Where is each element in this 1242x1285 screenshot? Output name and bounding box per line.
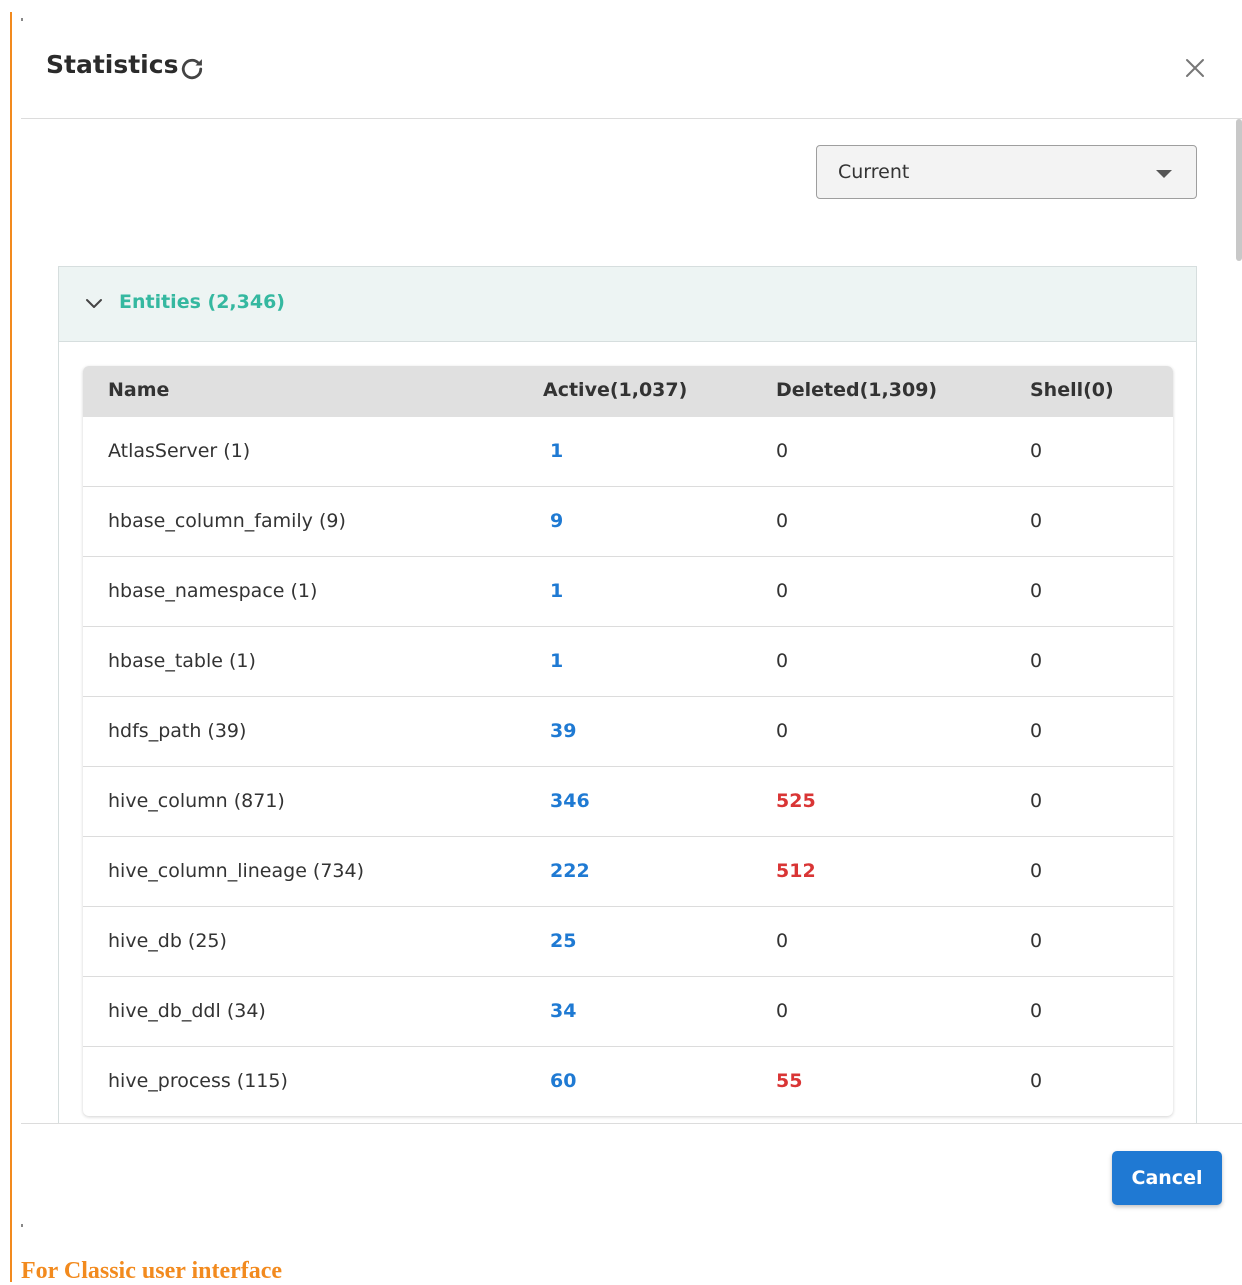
scrollbar-thumb[interactable] (1236, 119, 1242, 261)
deleted-count: 0 (776, 930, 789, 952)
entity-type-name: hive_db_ddl (34) (108, 1000, 266, 1022)
column-header-deleted: Deleted(1,309) (776, 379, 938, 401)
entity-type-name: hive_column (871) (108, 790, 285, 812)
entities-panel-title: Entities (2,346) (119, 291, 285, 313)
refresh-icon[interactable] (178, 55, 206, 83)
table-body: AtlasServer (1) 1 0 0 hbase_column_family (9… (83, 417, 1173, 1116)
column-header-active: Active(1,037) (543, 379, 688, 401)
shell-count: 0 (1030, 790, 1043, 812)
table-row: hdfs_path (39) 39 0 0 (83, 696, 1173, 766)
active-count-link[interactable]: 60 (550, 1070, 576, 1092)
entity-type-name: hdfs_path (39) (108, 720, 247, 742)
dialog-title: Statistics (46, 50, 179, 79)
entity-type-name: hive_db (25) (108, 930, 227, 952)
active-count-link[interactable]: 34 (550, 1000, 576, 1022)
active-count-link[interactable]: 346 (550, 790, 590, 812)
deleted-count: 0 (776, 650, 789, 672)
table-row: hbase_namespace (1) 1 0 0 (83, 556, 1173, 626)
cancel-button[interactable]: Cancel (1112, 1151, 1222, 1205)
classic-ui-caption: For Classic user interface (21, 1258, 283, 1284)
shell-count: 0 (1030, 930, 1043, 952)
deleted-count: 0 (776, 510, 789, 532)
table-row: hive_process (115) 60 55 0 (83, 1046, 1173, 1116)
statistics-scope-select[interactable]: Current (816, 145, 1197, 199)
active-count-link[interactable]: 1 (550, 440, 563, 462)
column-header-shell: Shell(0) (1030, 379, 1114, 401)
deleted-count: 0 (776, 580, 789, 602)
shell-count: 0 (1030, 510, 1043, 532)
dialog-header: Statistics (21, 0, 1242, 119)
active-count-link[interactable]: 9 (550, 510, 563, 532)
entity-type-name: hbase_namespace (1) (108, 580, 318, 602)
active-count-link[interactable]: 25 (550, 930, 576, 952)
active-count-link[interactable]: 222 (550, 860, 590, 882)
entities-panel-header[interactable]: Entities (2,346) (59, 267, 1196, 342)
table-row: hive_column (871) 346 525 0 (83, 766, 1173, 836)
active-count-link[interactable]: 1 (550, 650, 563, 672)
deleted-count[interactable]: 55 (776, 1070, 802, 1092)
entity-type-name: hive_column_lineage (734) (108, 860, 365, 882)
entity-type-name: hbase_column_family (9) (108, 510, 346, 532)
entities-table: Name Active(1,037) Deleted(1,309) Shell(… (83, 366, 1173, 1116)
dialog-body[interactable]: Current Entities (2,346) Name Active(1,0… (21, 119, 1242, 1123)
select-value: Current (838, 161, 910, 183)
table-header: Name Active(1,037) Deleted(1,309) Shell(… (83, 366, 1173, 417)
column-header-name: Name (108, 379, 170, 401)
entities-panel: Entities (2,346) Name Active(1,037) Dele… (58, 266, 1197, 1123)
active-count-link[interactable]: 1 (550, 580, 563, 602)
table-row: hive_column_lineage (734) 222 512 0 (83, 836, 1173, 906)
shell-count: 0 (1030, 860, 1043, 882)
left-margin-rule (10, 12, 12, 1282)
deleted-count[interactable]: 512 (776, 860, 816, 882)
shell-count: 0 (1030, 580, 1043, 602)
table-row: AtlasServer (1) 1 0 0 (83, 417, 1173, 486)
statistics-dialog: Statistics Current Entities (2,346) Name… (21, 0, 1242, 1240)
shell-count: 0 (1030, 440, 1043, 462)
entity-type-name: hbase_table (1) (108, 650, 256, 672)
shell-count: 0 (1030, 1000, 1043, 1022)
deleted-count: 0 (776, 720, 789, 742)
shell-count: 0 (1030, 720, 1043, 742)
entity-type-name: AtlasServer (1) (108, 440, 251, 462)
table-row: hive_db (25) 25 0 0 (83, 906, 1173, 976)
dialog-footer: Cancel (21, 1123, 1242, 1241)
deleted-count: 0 (776, 440, 789, 462)
table-row: hbase_column_family (9) 9 0 0 (83, 486, 1173, 556)
deleted-count: 0 (776, 1000, 789, 1022)
caret-down-icon (1156, 170, 1172, 178)
table-row: hbase_table (1) 1 0 0 (83, 626, 1173, 696)
entity-type-name: hive_process (115) (108, 1070, 288, 1092)
shell-count: 0 (1030, 650, 1043, 672)
deleted-count[interactable]: 525 (776, 790, 816, 812)
shell-count: 0 (1030, 1070, 1043, 1092)
table-row: hive_db_ddl (34) 34 0 0 (83, 976, 1173, 1046)
close-icon[interactable] (1183, 56, 1207, 80)
chevron-down-icon (86, 299, 102, 308)
active-count-link[interactable]: 39 (550, 720, 576, 742)
